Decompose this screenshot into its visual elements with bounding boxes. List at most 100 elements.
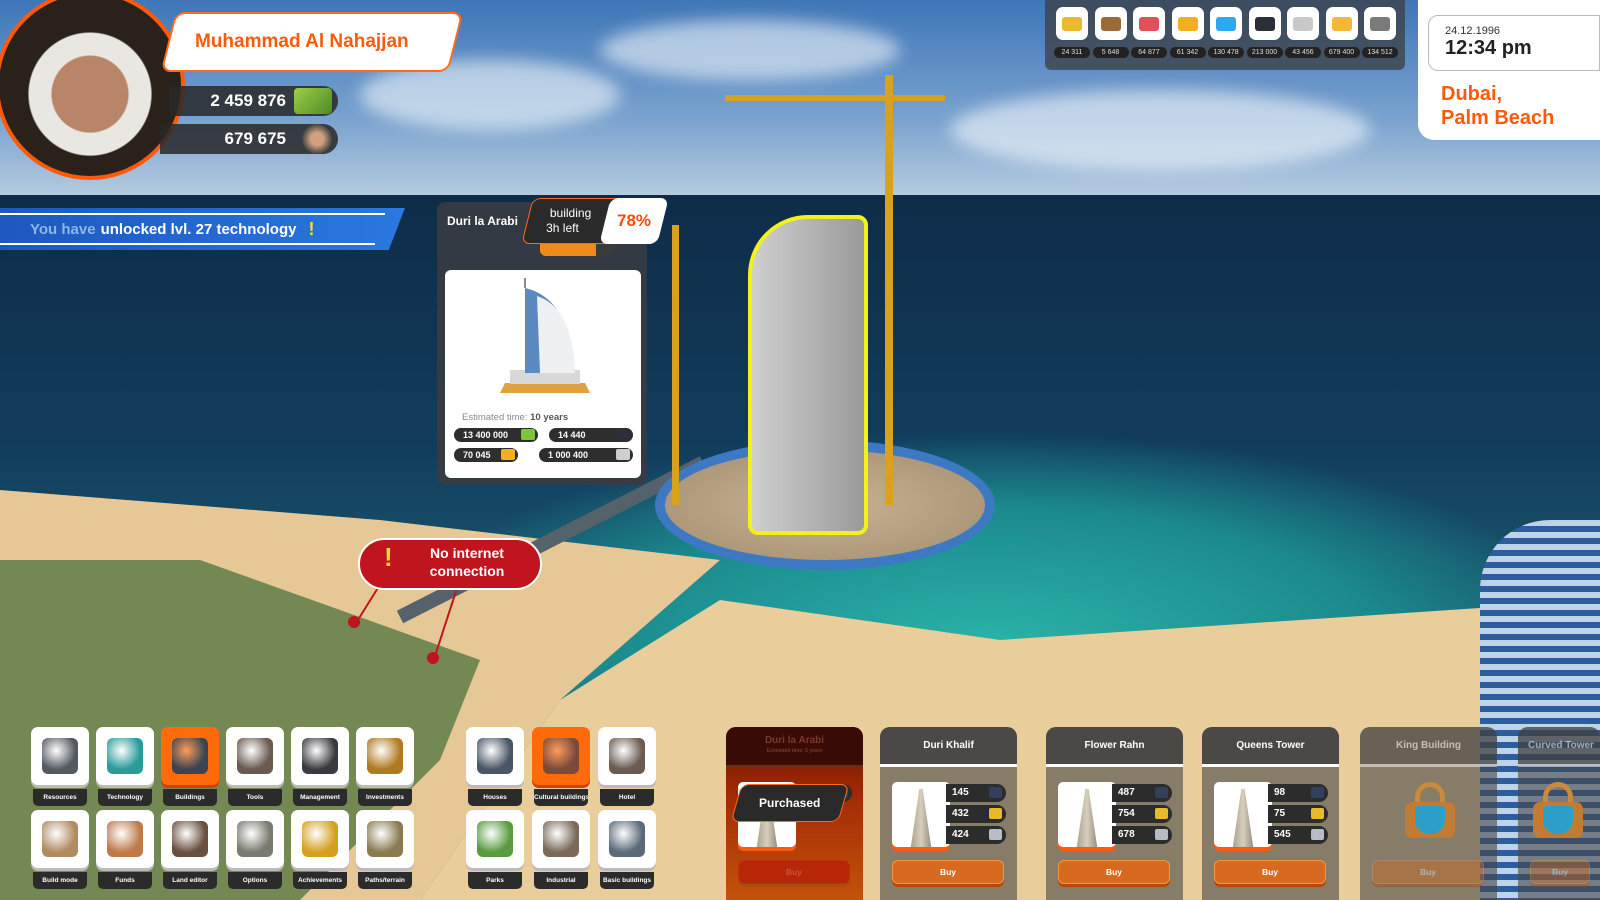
- building-image: [500, 278, 590, 393]
- coal-icon: [1155, 787, 1168, 798]
- resource-sand[interactable]: 679 400: [1323, 7, 1360, 58]
- resource-tile: [1056, 7, 1088, 40]
- menu-achievements[interactable]: Achievements: [291, 810, 349, 889]
- building-card[interactable]: King Building Buy: [1360, 727, 1497, 900]
- menu-label: Houses: [468, 789, 522, 806]
- meat-icon: [1139, 16, 1159, 31]
- menu-hotel[interactable]: Hotel: [598, 727, 656, 806]
- building-card[interactable]: Duri la ArabiEstimated time: 5 years342P…: [726, 727, 863, 900]
- card-title: King Building: [1396, 740, 1461, 751]
- resource-iron-ingot[interactable]: 134 512: [1362, 7, 1398, 58]
- menu-parks[interactable]: Parks: [466, 810, 524, 889]
- money-counter: 2 459 876: [170, 86, 338, 116]
- menu-label: Basic buildings: [600, 872, 654, 889]
- menu-funds[interactable]: Funds: [96, 810, 154, 889]
- building-under-construction[interactable]: [748, 215, 868, 535]
- menu-tile: [532, 810, 590, 868]
- iron-ingot-icon: [1155, 829, 1168, 840]
- buy-button[interactable]: Buy: [1214, 860, 1326, 884]
- building-card[interactable]: Queens Tower 98 75 545 Buy: [1202, 727, 1339, 900]
- tools-icon: [237, 738, 273, 774]
- menu-houses[interactable]: Houses: [466, 727, 524, 806]
- menu-cultural-buildings[interactable]: Cultural buildings: [532, 727, 590, 806]
- buy-button[interactable]: Buy: [1058, 860, 1170, 884]
- player-name: Muhammad Al Nahajjan: [195, 31, 409, 52]
- resource-stone[interactable]: 43 456: [1285, 7, 1321, 58]
- menu-basic-buildings[interactable]: Basic buildings: [598, 810, 656, 889]
- alert-pin[interactable]: [348, 616, 360, 628]
- building-icon: [172, 738, 208, 774]
- menu-tools[interactable]: Tools: [226, 727, 284, 806]
- menu-tile: [356, 810, 414, 868]
- resource-hay-bale[interactable]: 61 342: [1169, 7, 1206, 58]
- cost-stat: 678: [1112, 826, 1172, 844]
- date: 24.12.1996: [1445, 25, 1501, 37]
- menu-tile: [598, 727, 656, 785]
- building-card[interactable]: Flower Rahn 487 754 678 Buy: [1046, 727, 1183, 900]
- building-card[interactable]: Curved Tower Buy: [1518, 727, 1600, 900]
- houses-icon: [477, 738, 513, 774]
- gold-bars-icon: [1311, 808, 1324, 819]
- menu-management[interactable]: Management: [291, 727, 349, 806]
- menu-tile: [466, 810, 524, 868]
- buy-button[interactable]: Buy: [1372, 860, 1484, 884]
- buy-button[interactable]: Buy: [738, 860, 850, 884]
- menu-tile: [291, 727, 349, 785]
- notification-banner[interactable]: You have unlocked lvl. 27 technology !: [0, 208, 405, 250]
- card-header: Flower Rahn: [1046, 727, 1183, 767]
- purchased-badge: Purchased: [730, 784, 850, 822]
- resource-meat[interactable]: 64 877: [1131, 7, 1167, 58]
- menu-land-editor[interactable]: Land editor: [161, 810, 219, 889]
- building-card[interactable]: Duri Khalif 145 432 424 Buy: [880, 727, 1017, 900]
- menu-tile: [31, 810, 89, 868]
- building-thumbnail: [1058, 782, 1116, 847]
- purchased-label: Purchased: [759, 796, 821, 810]
- no-internet-alert[interactable]: ! No internet connection: [358, 538, 542, 590]
- coal-icon: [1311, 787, 1324, 798]
- menu-investments[interactable]: Investments: [356, 727, 414, 806]
- exclamation-icon: !: [308, 218, 315, 239]
- resource-coal[interactable]: 213 000: [1246, 7, 1283, 58]
- progress-fill: [540, 244, 597, 256]
- buy-button[interactable]: Buy: [1530, 860, 1590, 884]
- resource-diamond[interactable]: 130 478: [1208, 7, 1244, 58]
- stat-value: 545: [1274, 829, 1291, 840]
- menu-tile: [31, 727, 89, 785]
- resource-gold-bars[interactable]: 24 311: [1054, 7, 1090, 58]
- menu-resources[interactable]: Resources: [31, 727, 89, 806]
- cost-stat: 145: [946, 784, 1006, 802]
- menu-label: Buildings: [163, 789, 217, 806]
- menu-tile: [598, 810, 656, 868]
- cloud: [600, 20, 900, 80]
- player-name-banner: Muhammad Al Nahajjan: [160, 12, 464, 72]
- resource-wood-planks[interactable]: 5 648: [1092, 7, 1129, 58]
- factory-icon: [543, 821, 579, 857]
- menu-industrial[interactable]: Industrial: [532, 810, 590, 889]
- menu-technology[interactable]: Technology: [96, 727, 154, 806]
- population-value: 679 675: [224, 129, 286, 148]
- card-header: Curved Tower: [1518, 727, 1600, 767]
- gold-bars-icon: [989, 808, 1002, 819]
- menu-options[interactable]: Options: [226, 810, 284, 889]
- skyscraper-image: [910, 789, 932, 847]
- card-header: Queens Tower: [1202, 727, 1339, 767]
- cost-stat: 98: [1268, 784, 1328, 802]
- menu-buildings[interactable]: Buildings: [161, 727, 219, 806]
- menu-paths-terrain[interactable]: Paths/terrain: [356, 810, 414, 889]
- menu-build-mode[interactable]: Build mode: [31, 810, 89, 889]
- people-icon: [302, 124, 332, 154]
- resource-tile: [1287, 7, 1319, 40]
- card-header: King Building: [1360, 727, 1497, 767]
- menu-tile: [161, 727, 219, 785]
- gold-bars-icon: [1062, 16, 1082, 31]
- resource-value: 5 648: [1092, 47, 1129, 58]
- estimated-label: Estimated time:: [462, 412, 528, 423]
- buy-button[interactable]: Buy: [892, 860, 1004, 884]
- resource-value: 24 311: [1054, 47, 1090, 58]
- estimated-value: 10 years: [530, 412, 569, 423]
- population-counter: 679 675: [160, 124, 338, 154]
- resource-value: 43 456: [1285, 47, 1321, 58]
- alert-pin[interactable]: [427, 652, 439, 664]
- cost-item: 13 400 000: [454, 428, 538, 442]
- crane: [725, 95, 945, 101]
